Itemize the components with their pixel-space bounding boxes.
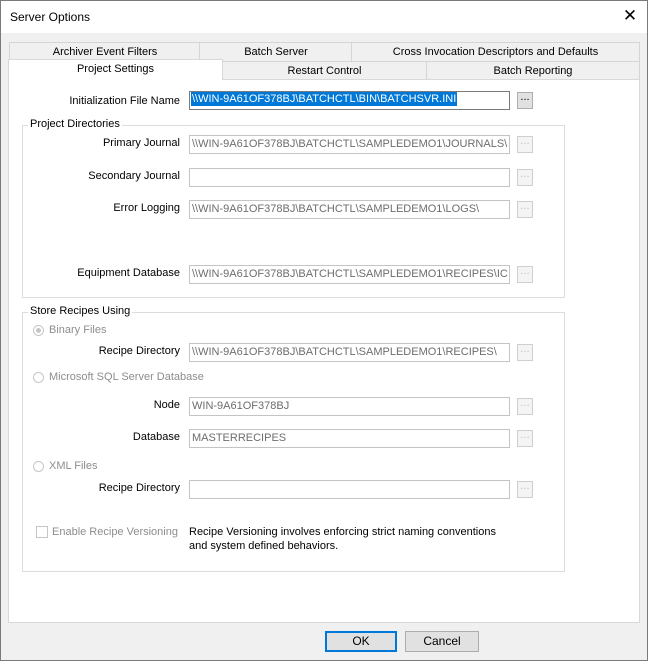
error-logging-input[interactable]: \\WIN-9A61OF378BJ\BATCHCTL\SAMPLEDEMO1\L… [189, 200, 510, 219]
server-options-dialog: Server Options ✕ Archiver Event Filters … [0, 0, 648, 661]
enable-recipe-versioning-checkbox[interactable] [36, 526, 48, 538]
primary-journal-browse-button[interactable]: ... [517, 136, 533, 153]
project-settings-panel: Initialization File Name \\WIN-9A61OF378… [8, 79, 640, 623]
close-icon[interactable]: ✕ [613, 1, 647, 33]
xml-recipe-directory-label: Recipe Directory [98, 482, 180, 494]
database-input[interactable]: MASTERRECIPES [189, 429, 510, 448]
enable-recipe-versioning-label: Enable Recipe Versioning [52, 526, 178, 538]
versioning-note-line-1: Recipe Versioning involves enforcing str… [189, 526, 496, 538]
node-input[interactable]: WIN-9A61OF378BJ [189, 397, 510, 416]
primary-journal-input[interactable]: \\WIN-9A61OF378BJ\BATCHCTL\SAMPLEDEMO1\J… [189, 135, 510, 154]
ok-button[interactable]: OK [325, 631, 397, 652]
error-logging-label: Error Logging [113, 202, 180, 214]
cancel-button[interactable]: Cancel [405, 631, 479, 652]
node-label: Node [153, 399, 180, 411]
tab-cross-invocation[interactable]: Cross Invocation Descriptors and Default… [351, 42, 640, 61]
node-browse-button[interactable]: ... [517, 398, 533, 415]
project-directories-title: Project Directories [28, 118, 122, 130]
binary-recipe-directory-browse-button[interactable]: ... [517, 344, 533, 361]
database-browse-button[interactable]: ... [517, 430, 533, 447]
tab-restart-control[interactable]: Restart Control [221, 61, 428, 80]
primary-journal-label: Primary Journal [102, 137, 180, 149]
tab-batch-reporting[interactable]: Batch Reporting [426, 61, 640, 80]
secondary-journal-browse-button[interactable]: ... [517, 169, 533, 186]
init-file-input[interactable]: \\WIN-9A61OF378BJ\BATCHCTL\BIN\BATCHSVR.… [189, 91, 510, 110]
secondary-journal-input[interactable] [189, 168, 510, 187]
init-file-value: \\WIN-9A61OF378BJ\BATCHCTL\BIN\BATCHSVR.… [191, 92, 458, 106]
xml-recipe-directory-input[interactable] [189, 480, 510, 499]
xml-recipe-directory-browse-button[interactable]: ... [517, 481, 533, 498]
store-recipes-title: Store Recipes Using [28, 305, 133, 317]
init-file-browse-button[interactable]: ... [517, 92, 533, 109]
xml-files-radio[interactable] [33, 461, 44, 472]
init-file-label: Initialization File Name [69, 95, 180, 107]
equipment-database-label: Equipment Database [77, 267, 180, 279]
binary-files-radio[interactable] [33, 325, 44, 336]
xml-files-label: XML Files [49, 460, 98, 472]
equipment-database-browse-button[interactable]: ... [517, 266, 533, 283]
title-bar: Server Options ✕ [1, 1, 647, 33]
secondary-journal-label: Secondary Journal [88, 170, 180, 182]
equipment-database-input[interactable]: \\WIN-9A61OF378BJ\BATCHCTL\SAMPLEDEMO1\R… [189, 265, 510, 284]
window-title: Server Options [10, 10, 91, 24]
versioning-note-line-2: and system defined behaviors. [189, 540, 339, 552]
sql-server-radio[interactable] [33, 372, 44, 383]
binary-files-label: Binary Files [49, 324, 107, 336]
binary-recipe-directory-label: Recipe Directory [98, 345, 180, 357]
tab-project-settings[interactable]: Project Settings [8, 59, 223, 80]
sql-server-label: Microsoft SQL Server Database [49, 371, 204, 383]
database-label: Database [132, 431, 180, 443]
error-logging-browse-button[interactable]: ... [517, 201, 533, 218]
binary-recipe-directory-input[interactable]: \\WIN-9A61OF378BJ\BATCHCTL\SAMPLEDEMO1\R… [189, 343, 510, 362]
